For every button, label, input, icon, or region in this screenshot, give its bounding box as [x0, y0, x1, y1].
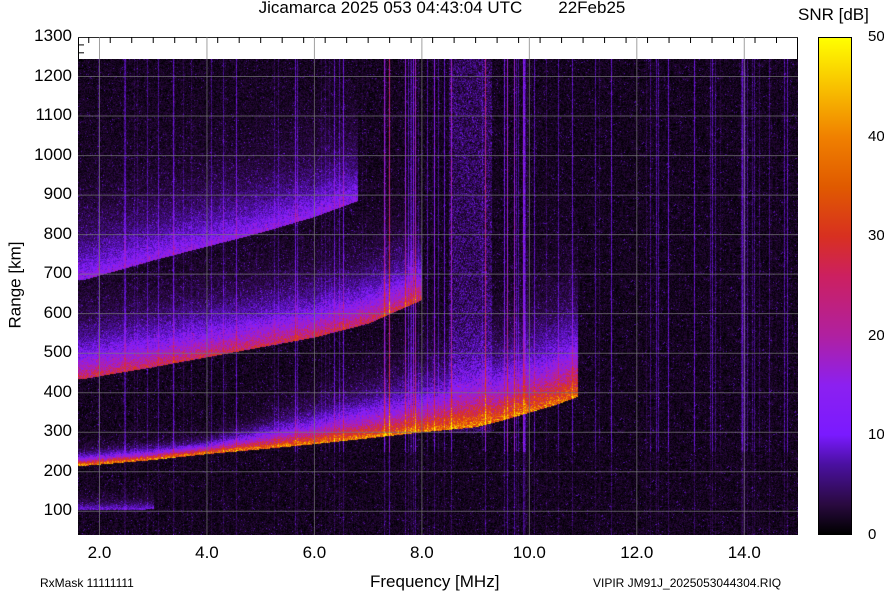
colorbar-label: SNR [dB] — [798, 5, 869, 24]
x-tick-label: 8.0 — [410, 543, 434, 562]
y-tick-label: 1200 — [34, 65, 72, 85]
y-tick-label: 300 — [43, 421, 72, 441]
y-tick-label: 700 — [43, 263, 72, 283]
colorbar-tick-label: 40 — [868, 127, 884, 145]
colorbar-tick-label: 30 — [868, 227, 884, 245]
x-tick-label: 2.0 — [87, 543, 112, 562]
y-tick-label: 900 — [43, 184, 72, 204]
x-tick-label: 10.0 — [512, 543, 546, 562]
file-label: VIPIR JM91J_2025053044304.RIQ — [593, 576, 782, 590]
colorbar-tick-label: 0 — [868, 526, 877, 543]
y-tick-label: 800 — [43, 223, 72, 243]
grid-overlay — [78, 37, 798, 535]
rxmask-label: RxMask 11111111 — [40, 576, 134, 590]
x-tick-label: 14.0 — [727, 543, 761, 562]
chart-title: Jicamarca 2025 053 04:43:04 UTC 22Feb25 — [0, 0, 884, 18]
colorbar-tick-label: 10 — [868, 426, 884, 444]
title-date: 22Feb25 — [558, 0, 626, 17]
y-tick-label: 1100 — [35, 105, 72, 125]
x-axis-label: Frequency [MHz] — [370, 572, 500, 591]
y-tick-label: 100 — [43, 500, 72, 520]
y-tick-label: 500 — [43, 342, 72, 362]
colorbar-tick-label: 50 — [868, 28, 884, 45]
y-tick-label: 400 — [43, 381, 72, 401]
x-tick-label: 6.0 — [302, 543, 327, 562]
y-tick-label: 1000 — [34, 144, 72, 164]
x-tick-label: 4.0 — [195, 543, 219, 562]
y-tick-label: 1300 — [34, 26, 72, 45]
colorbar-tick-label: 20 — [868, 326, 884, 344]
title-text: Jicamarca 2025 053 04:43:04 UTC — [258, 0, 523, 17]
y-tick-label: 600 — [43, 302, 72, 322]
colorbar — [818, 37, 852, 535]
x-tick-label: 12.0 — [620, 543, 654, 562]
y-tick-label: 200 — [43, 460, 72, 480]
y-axis-label: Range [km] — [5, 241, 25, 329]
